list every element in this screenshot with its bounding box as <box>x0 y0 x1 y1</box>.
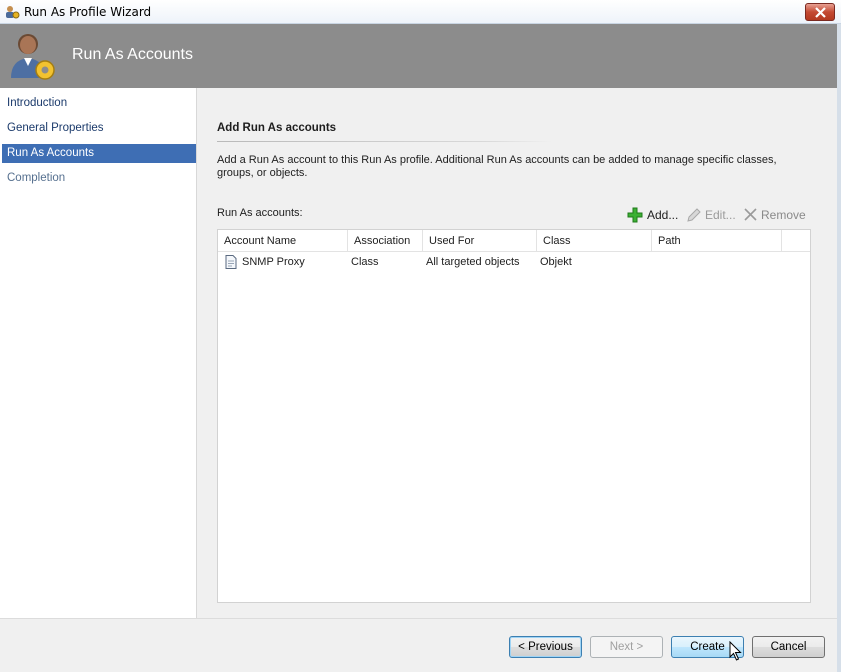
window-title: Run As Profile Wizard <box>24 5 152 19</box>
wizard-header-banner: Run As Accounts <box>0 24 837 88</box>
section-description: Add a Run As account to this Run As prof… <box>217 154 777 179</box>
remove-label: Remove <box>761 208 806 222</box>
edit-label: Edit... <box>705 208 736 222</box>
column-header-association[interactable]: Association <box>348 230 423 252</box>
title-bar: Run As Profile Wizard <box>0 0 841 24</box>
cell-class: Objekt <box>540 256 572 268</box>
edit-account-button[interactable]: Edit... <box>686 206 736 224</box>
pencil-icon <box>687 208 701 222</box>
remove-x-icon <box>744 208 757 221</box>
footer-divider <box>0 618 837 619</box>
nav-item-introduction[interactable]: Introduction <box>2 94 196 113</box>
table-row[interactable]: SNMP Proxy Class All targeted objects Ob… <box>218 252 810 272</box>
page-title: Run As Accounts <box>72 46 193 63</box>
run-as-accounts-label: Run As accounts: <box>217 207 303 219</box>
cell-association: Class <box>351 256 379 268</box>
column-header-used-for[interactable]: Used For <box>423 230 537 252</box>
account-name-text: SNMP Proxy <box>242 256 305 268</box>
mouse-pointer-icon <box>729 641 742 661</box>
wizard-content: Add Run As accounts Add a Run As account… <box>197 88 837 618</box>
table-header: Account Name Association Used For Class … <box>218 230 810 252</box>
column-header-class[interactable]: Class <box>537 230 652 252</box>
cancel-button[interactable]: Cancel <box>752 636 825 658</box>
close-button[interactable] <box>805 3 835 21</box>
document-icon <box>225 255 237 269</box>
add-label: Add... <box>647 208 679 222</box>
previous-button[interactable]: < Previous <box>509 636 582 658</box>
nav-item-general-properties[interactable]: General Properties <box>2 119 196 138</box>
next-button[interactable]: Next > <box>590 636 663 658</box>
heading-divider <box>217 141 552 142</box>
add-account-button[interactable]: Add... <box>627 206 683 224</box>
remove-account-button[interactable]: Remove <box>743 206 807 224</box>
cell-account-name: SNMP Proxy <box>225 252 347 272</box>
close-icon <box>815 7 826 18</box>
window-border <box>837 24 841 672</box>
cell-used-for: All targeted objects <box>426 256 520 268</box>
wizard-nav-sidebar: Introduction General Properties Run As A… <box>0 88 197 618</box>
user-gear-icon <box>11 34 55 80</box>
add-icon <box>627 207 643 223</box>
nav-item-run-as-accounts[interactable]: Run As Accounts <box>2 144 196 163</box>
column-header-path[interactable]: Path <box>652 230 782 252</box>
cell-path <box>655 252 775 272</box>
run-as-accounts-table: Account Name Association Used For Class … <box>217 229 811 603</box>
column-header-account-name[interactable]: Account Name <box>218 230 348 252</box>
section-heading: Add Run As accounts <box>217 122 337 134</box>
nav-item-completion[interactable]: Completion <box>2 169 196 188</box>
wizard-app-icon <box>6 6 20 19</box>
